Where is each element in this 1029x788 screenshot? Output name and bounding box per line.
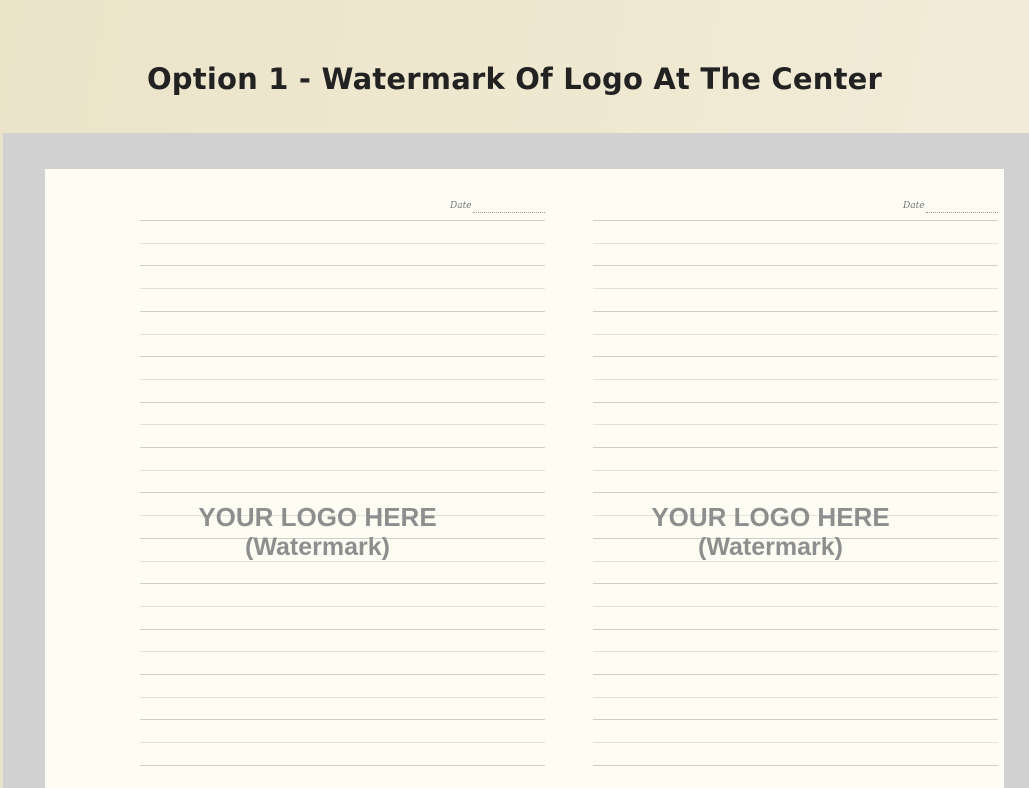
header-banner: Option 1 - Watermark Of Logo At The Cent… (0, 0, 1029, 133)
logo-watermark: YOUR LOGO HERE (Watermark) (90, 169, 545, 788)
notebook-page-left: Date YOUR LOGO HERE (Watermark) (90, 169, 545, 788)
logo-watermark: YOUR LOGO HERE (Watermark) (543, 169, 998, 788)
watermark-title: YOUR LOGO HERE (651, 502, 890, 532)
notebook-page-right: Date YOUR LOGO HERE (Watermark) (543, 169, 998, 788)
watermark-subtitle: (Watermark) (245, 533, 390, 561)
notebook-spread: Date YOUR LOGO HERE (Watermark) Date YOU… (45, 169, 1004, 788)
watermark-subtitle: (Watermark) (698, 533, 843, 561)
watermark-title: YOUR LOGO HERE (198, 502, 437, 532)
page-title: Option 1 - Watermark Of Logo At The Cent… (146, 62, 883, 96)
